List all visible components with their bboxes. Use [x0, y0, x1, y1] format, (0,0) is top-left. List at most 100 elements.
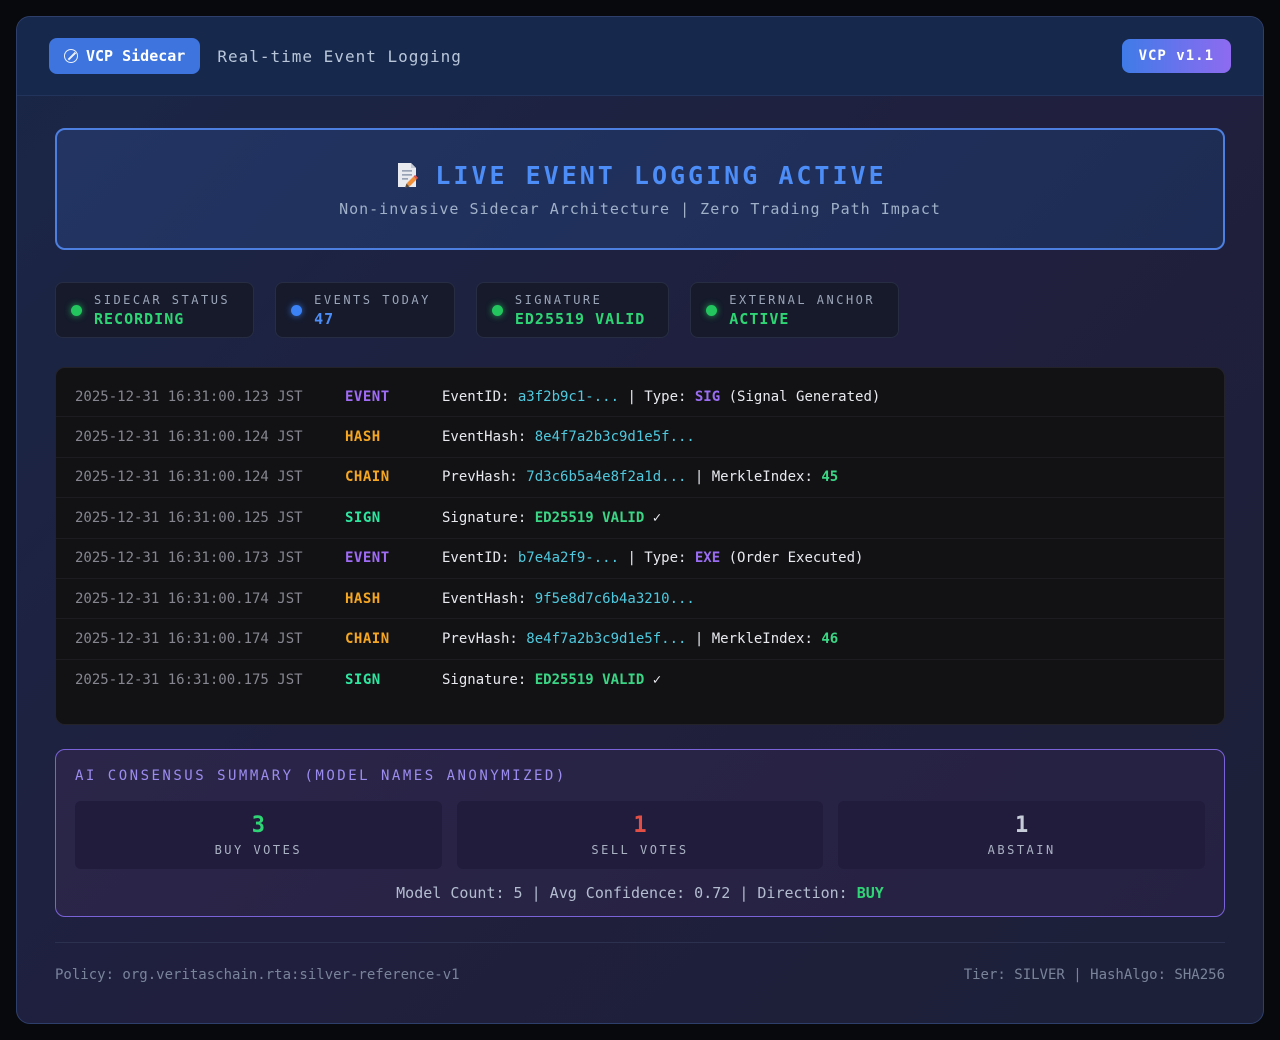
log-tag: CHAIN	[345, 469, 442, 485]
vote-label: BUY VOTES	[215, 843, 303, 857]
log-timestamp: 2025-12-31 16:31:00.175 JST	[75, 672, 345, 688]
vcp-logo-icon	[64, 49, 78, 63]
log-message-segment: SIG	[695, 389, 720, 405]
log-row: 2025-12-31 16:31:00.175 JSTSIGNSignature…	[56, 660, 1224, 700]
status-card-value: RECORDING	[94, 310, 230, 328]
status-card-value: 47	[314, 310, 431, 328]
status-dot-icon	[706, 305, 717, 316]
consensus-summary-text: Model Count: 5 | Avg Confidence: 0.72 | …	[396, 884, 857, 902]
log-row: 2025-12-31 16:31:00.124 JSTCHAINPrevHash…	[56, 458, 1224, 498]
log-message-segment: 7d3c6b5a4e8f2a1d...	[526, 469, 686, 485]
status-card-row: SIDECAR STATUS RECORDING EVENTS TODAY 47 SIG…	[55, 282, 1225, 338]
log-message-segment: 45	[821, 469, 838, 485]
log-message: PrevHash: 7d3c6b5a4e8f2a1d... | MerkleIn…	[442, 469, 1205, 485]
log-message-segment: | Type:	[619, 389, 695, 405]
banner-title-row: LIVE EVENT LOGGING ACTIVE	[393, 161, 886, 190]
status-card-text: SIGNATUREED25519 VALID	[515, 293, 645, 328]
log-tag: EVENT	[345, 550, 442, 566]
log-tag: CHAIN	[345, 631, 442, 647]
vcp-sidecar-badge: VCP Sidecar	[49, 38, 200, 74]
status-card-label: SIGNATURE	[515, 293, 645, 307]
vote-label: SELL VOTES	[591, 843, 688, 857]
log-tag: HASH	[345, 591, 442, 607]
log-message-segment: ✓	[644, 672, 661, 688]
vote-card: 1 ABSTAIN	[838, 801, 1205, 869]
status-card-text: EXTERNAL ANCHOR ACTIVE	[729, 293, 875, 328]
log-timestamp: 2025-12-31 16:31:00.124 JST	[75, 429, 345, 445]
status-card: SIDECAR STATUS RECORDING	[55, 282, 254, 338]
footer: Policy: org.veritaschain.rta:silver-refe…	[55, 967, 1225, 983]
status-card-value: ACTIVE	[729, 310, 875, 328]
log-message-segment: | MerkleIndex:	[686, 469, 821, 485]
log-message-segment: PrevHash:	[442, 631, 526, 647]
log-tag: HASH	[345, 429, 442, 445]
log-timestamp: 2025-12-31 16:31:00.173 JST	[75, 550, 345, 566]
log-message: EventID: a3f2b9c1-... | Type: SIG (Signa…	[442, 389, 1205, 405]
log-message-segment: 8e4f7a2b3c9d1e5f...	[535, 429, 695, 445]
log-message: EventID: b7e4a2f9-... | Type: EXE (Order…	[442, 550, 1205, 566]
vote-value: 3	[252, 813, 265, 838]
log-message-segment: 46	[821, 631, 838, 647]
log-message-segment: Signature:	[442, 672, 535, 688]
log-row: 2025-12-31 16:31:00.125 JSTSIGNSignature…	[56, 498, 1224, 538]
status-card: EXTERNAL ANCHOR ACTIVE	[690, 282, 899, 338]
log-message-segment: EventHash:	[442, 591, 535, 607]
status-card-label: EXTERNAL ANCHOR	[729, 293, 875, 307]
log-message-segment: Signature:	[442, 510, 535, 526]
vcp-sidecar-badge-label: VCP Sidecar	[86, 47, 185, 65]
vote-value: 1	[1015, 813, 1028, 838]
status-card: EVENTS TODAY 47	[275, 282, 455, 338]
log-row: 2025-12-31 16:31:00.174 JSTCHAINPrevHash…	[56, 619, 1224, 659]
live-logging-banner: LIVE EVENT LOGGING ACTIVE Non-invasive S…	[55, 128, 1225, 250]
status-dot-icon	[71, 305, 82, 316]
log-timestamp: 2025-12-31 16:31:00.123 JST	[75, 389, 345, 405]
log-row: 2025-12-31 16:31:00.173 JSTEVENTEventID:…	[56, 539, 1224, 579]
log-message-segment: EXE	[695, 550, 720, 566]
footer-divider	[55, 942, 1225, 943]
log-message-segment: EventID:	[442, 550, 518, 566]
log-row: 2025-12-31 16:31:00.123 JSTEVENTEventID:…	[56, 377, 1224, 417]
memo-icon	[393, 161, 421, 189]
status-card-label: EVENTS TODAY	[314, 293, 431, 307]
status-card-label: SIDECAR STATUS	[94, 293, 230, 307]
log-message-segment: | MerkleIndex:	[686, 631, 821, 647]
log-message: PrevHash: 8e4f7a2b3c9d1e5f... | MerkleIn…	[442, 631, 1205, 647]
log-message-segment: ✓	[644, 510, 661, 526]
log-row: 2025-12-31 16:31:00.124 JSTHASHEventHash…	[56, 417, 1224, 457]
footer-policy: Policy: org.veritaschain.rta:silver-refe…	[55, 967, 460, 983]
log-tag: EVENT	[345, 389, 442, 405]
consensus-summary: Model Count: 5 | Avg Confidence: 0.72 | …	[75, 884, 1205, 902]
status-dot-icon	[492, 305, 503, 316]
log-message: Signature: ED25519 VALID ✓	[442, 672, 1205, 688]
log-message-segment: 9f5e8d7c6b4a3210...	[535, 591, 695, 607]
content-area: LIVE EVENT LOGGING ACTIVE Non-invasive S…	[17, 128, 1263, 983]
log-message: Signature: ED25519 VALID ✓	[442, 510, 1205, 526]
log-message-segment: EventID:	[442, 389, 518, 405]
log-message-segment: (Signal Generated)	[720, 389, 880, 405]
banner-title: LIVE EVENT LOGGING ACTIVE	[435, 161, 886, 190]
log-message-segment: ED25519 VALID	[535, 510, 645, 526]
ai-consensus-panel: AI CONSENSUS SUMMARY (MODEL NAMES ANONYM…	[55, 749, 1225, 917]
log-timestamp: 2025-12-31 16:31:00.174 JST	[75, 631, 345, 647]
log-message-segment: (Order Executed)	[720, 550, 863, 566]
log-tag: SIGN	[345, 672, 442, 688]
vcp-version-badge: VCP v1.1	[1122, 39, 1231, 73]
vote-card: 1 SELL VOTES	[457, 801, 824, 869]
log-message-segment: ED25519 VALID	[535, 672, 645, 688]
log-message-segment: a3f2b9c1-...	[518, 389, 619, 405]
vote-label: ABSTAIN	[988, 843, 1056, 857]
log-message: EventHash: 8e4f7a2b3c9d1e5f...	[442, 429, 1205, 445]
consensus-direction: BUY	[857, 884, 884, 902]
header-bar: VCP Sidecar Real-time Event Logging VCP …	[17, 17, 1263, 96]
banner-subtitle: Non-invasive Sidecar Architecture | Zero…	[339, 200, 941, 218]
log-tag: SIGN	[345, 510, 442, 526]
status-card: SIGNATUREED25519 VALID	[476, 282, 669, 338]
log-timestamp: 2025-12-31 16:31:00.124 JST	[75, 469, 345, 485]
status-card-text: SIDECAR STATUS RECORDING	[94, 293, 230, 328]
log-timestamp: 2025-12-31 16:31:00.125 JST	[75, 510, 345, 526]
log-message-segment: | Type:	[619, 550, 695, 566]
votes-row: 3 BUY VOTES 1 SELL VOTES 1 ABSTAIN	[75, 801, 1205, 869]
log-timestamp: 2025-12-31 16:31:00.174 JST	[75, 591, 345, 607]
vote-card: 3 BUY VOTES	[75, 801, 442, 869]
vote-value: 1	[633, 813, 646, 838]
